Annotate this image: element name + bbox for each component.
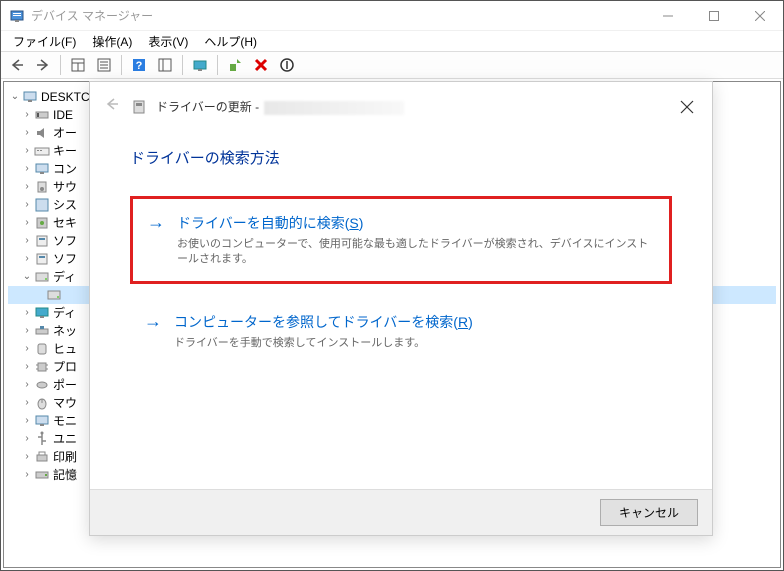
dialog-footer: キャンセル	[90, 489, 712, 535]
option-browse-computer[interactable]: → コンピューターを参照してドライバーを検索(R) ドライバーを手動で検索してイ…	[130, 298, 672, 365]
maximize-button[interactable]	[691, 1, 737, 31]
hid-icon	[34, 341, 50, 357]
monitor-icon	[34, 413, 50, 429]
system-icon	[34, 197, 50, 213]
sound-icon	[34, 179, 50, 195]
device-name-blur	[264, 101, 404, 115]
option2-desc: ドライバーを手動で検索してインストールします。	[174, 336, 473, 351]
svg-text:?: ?	[136, 60, 143, 72]
software-icon	[34, 251, 50, 267]
usb-icon	[34, 431, 50, 447]
security-icon	[34, 215, 50, 231]
window-title: デバイス マネージャー	[31, 7, 645, 24]
disk-icon	[46, 287, 62, 303]
app-icon	[9, 8, 25, 24]
option1-desc: お使いのコンピューターで、使用可能な最も適したドライバーが検索され、デバイスにイ…	[177, 237, 655, 267]
dialog-close-button[interactable]	[680, 100, 694, 119]
software-icon	[34, 233, 50, 249]
update-driver-dialog: ドライバーの更新 - ドライバーの検索方法 → ドライバーを自動的に検索(S) …	[89, 81, 713, 536]
arrow-right-icon: →	[147, 213, 165, 267]
disable-icon[interactable]	[275, 54, 299, 76]
titlebar: デバイス マネージャー	[1, 1, 783, 31]
processor-icon	[34, 359, 50, 375]
toolbar-icon-1[interactable]	[66, 54, 90, 76]
uninstall-icon[interactable]	[249, 54, 273, 76]
arrow-right-icon: →	[144, 312, 162, 351]
dialog-heading: ドライバーの検索方法	[130, 147, 672, 168]
network-icon	[34, 323, 50, 339]
disk-icon	[34, 269, 50, 285]
option-search-automatically[interactable]: → ドライバーを自動的に検索(S) お使いのコンピューターで、使用可能な最も適し…	[130, 196, 672, 284]
menu-action[interactable]: 操作(A)	[86, 31, 138, 52]
dialog-back-icon[interactable]	[104, 96, 120, 117]
dialog-device-icon	[130, 98, 148, 116]
display-icon	[34, 305, 50, 321]
toolbar-icon-2[interactable]	[92, 54, 116, 76]
update-driver-icon[interactable]	[223, 54, 247, 76]
mouse-icon	[34, 395, 50, 411]
option2-title: コンピューターを参照してドライバーを検索(R)	[174, 312, 473, 332]
scan-hardware-icon[interactable]	[188, 54, 212, 76]
audio-icon	[34, 125, 50, 141]
toolbar-icon-3[interactable]	[153, 54, 177, 76]
port-icon	[34, 377, 50, 393]
menu-file[interactable]: ファイル(F)	[7, 31, 82, 52]
toolbar: ?	[1, 51, 783, 79]
back-button[interactable]	[5, 54, 29, 76]
dialog-breadcrumb: ドライバーの更新 -	[156, 98, 404, 115]
cancel-button[interactable]: キャンセル	[600, 499, 698, 526]
print-icon	[34, 449, 50, 465]
menu-help[interactable]: ヘルプ(H)	[198, 31, 263, 52]
menubar: ファイル(F) 操作(A) 表示(V) ヘルプ(H)	[1, 31, 783, 51]
close-button[interactable]	[737, 1, 783, 31]
ide-icon	[34, 107, 50, 123]
help-icon[interactable]: ?	[127, 54, 151, 76]
forward-button[interactable]	[31, 54, 55, 76]
computer-icon	[34, 161, 50, 177]
storage-icon	[34, 467, 50, 483]
option1-title: ドライバーを自動的に検索(S)	[177, 213, 655, 233]
minimize-button[interactable]	[645, 1, 691, 31]
menu-view[interactable]: 表示(V)	[142, 31, 194, 52]
keyboard-icon	[34, 143, 50, 159]
